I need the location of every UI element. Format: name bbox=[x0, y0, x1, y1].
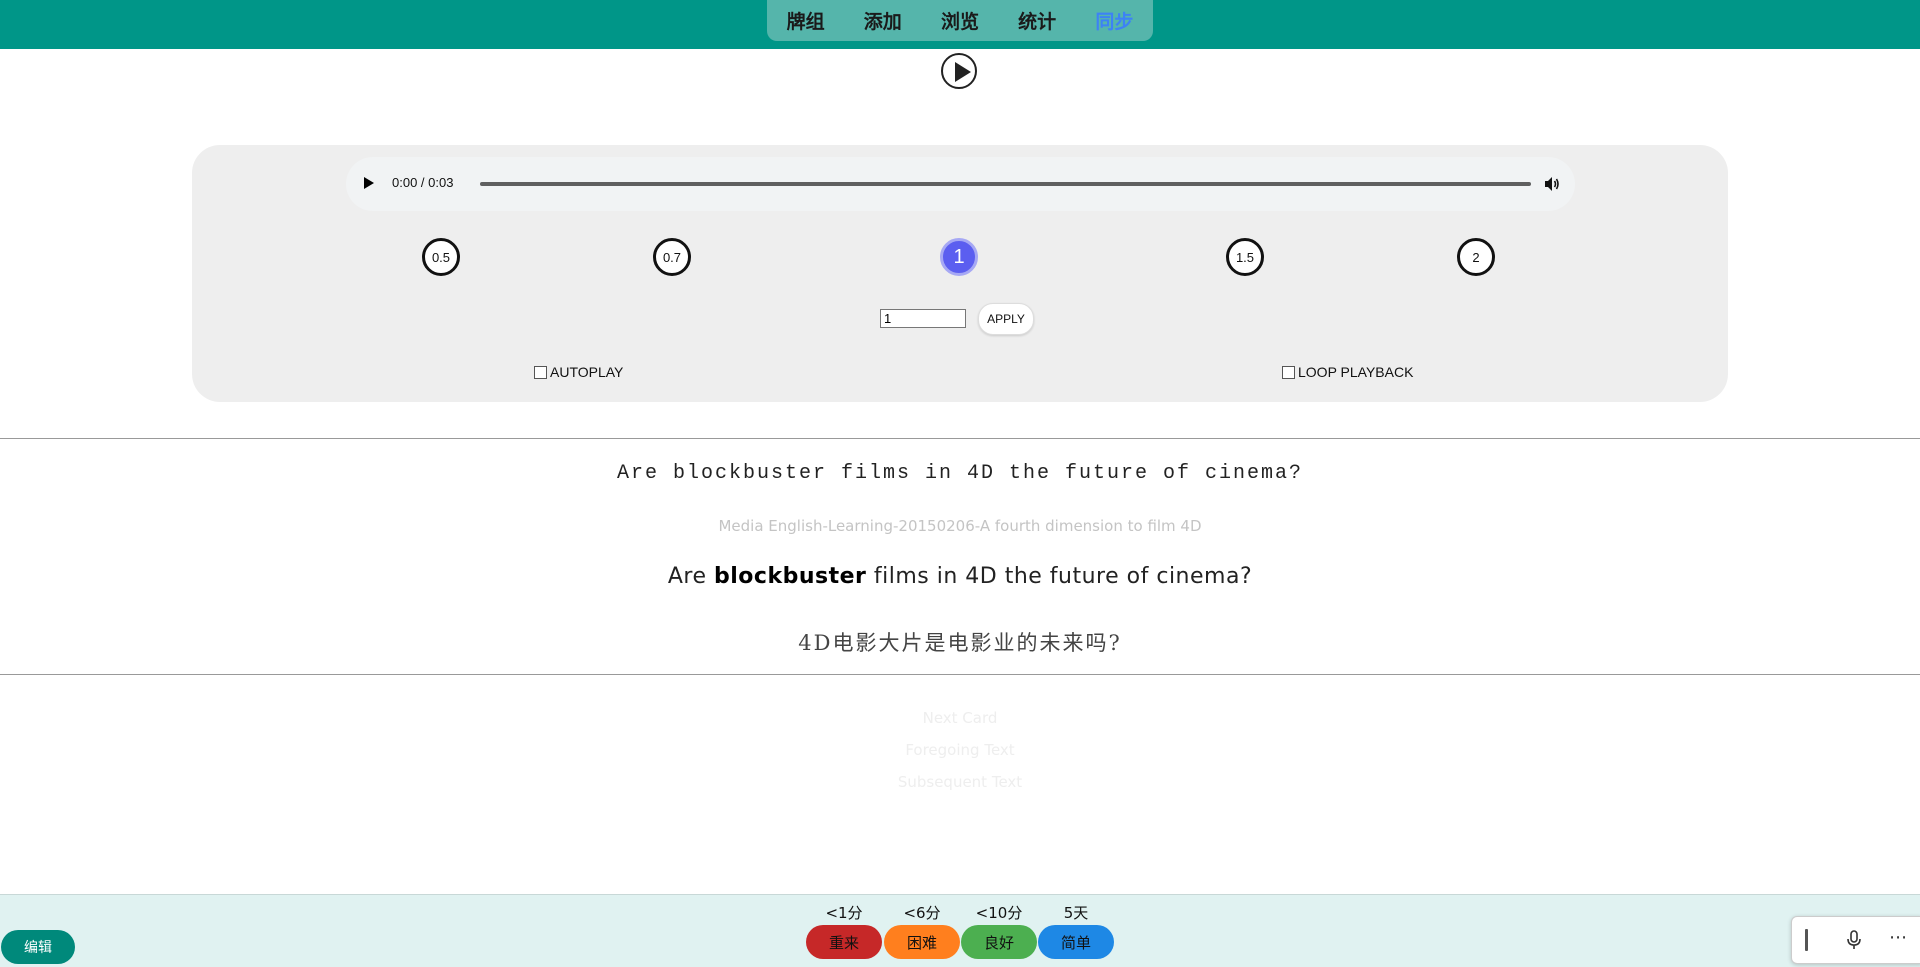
hard-button[interactable]: 困难 bbox=[884, 925, 960, 959]
nav-browse[interactable]: 浏览 bbox=[935, 7, 985, 34]
loop-checkbox[interactable] bbox=[1282, 365, 1295, 379]
audio-progress-bar[interactable] bbox=[480, 182, 1531, 186]
back-highlight: blockbuster bbox=[714, 564, 867, 589]
card-front-text: Are blockbuster films in 4D the future o… bbox=[616, 462, 1304, 485]
volume-icon[interactable] bbox=[1542, 174, 1562, 194]
nav-add[interactable]: 添加 bbox=[858, 7, 908, 34]
autoplay-option: AUTOPLAY bbox=[534, 364, 623, 380]
easy-interval: 5天 bbox=[1063, 904, 1089, 922]
subsequent-text-link[interactable]: Subsequent Text bbox=[0, 773, 1920, 791]
divider-bottom bbox=[0, 674, 1920, 675]
nav-decks[interactable]: 牌组 bbox=[781, 7, 831, 34]
loop-label: LOOP PLAYBACK bbox=[1298, 364, 1414, 380]
play-icon[interactable] bbox=[364, 177, 374, 189]
hard-interval: <6分 bbox=[903, 904, 941, 922]
autoplay-checkbox[interactable] bbox=[534, 365, 547, 379]
drag-handle[interactable] bbox=[1805, 929, 1808, 951]
mic-icon[interactable] bbox=[1842, 928, 1866, 952]
foregoing-text-link[interactable]: Foregoing Text bbox=[0, 741, 1920, 759]
apply-button[interactable]: APPLY bbox=[978, 303, 1034, 335]
replay-audio-button[interactable] bbox=[941, 53, 977, 89]
good-button[interactable]: 良好 bbox=[961, 925, 1037, 959]
easy-button[interactable]: 简单 bbox=[1038, 925, 1114, 959]
card-translation: 4D电影大片是电影业的未来吗? bbox=[798, 631, 1122, 655]
bottom-bar bbox=[0, 894, 1920, 967]
audio-player: 0:00 / 0:03 bbox=[346, 157, 1575, 211]
speed-input[interactable] bbox=[880, 309, 966, 328]
good-interval: <10分 bbox=[975, 904, 1023, 922]
speed-0-5-button[interactable]: 0.5 bbox=[422, 238, 460, 276]
card-source: Media English-Learning-20150206-A fourth… bbox=[718, 517, 1202, 535]
top-bar: 牌组 添加 浏览 统计 同步 bbox=[0, 0, 1920, 49]
more-icon[interactable]: ⋯ bbox=[1884, 929, 1912, 951]
nav-sync[interactable]: 同步 bbox=[1089, 7, 1139, 34]
edit-button[interactable]: 编辑 bbox=[1, 930, 75, 964]
speed-1-5-button[interactable]: 1.5 bbox=[1226, 238, 1264, 276]
audio-time: 0:00 / 0:03 bbox=[392, 175, 454, 190]
back-suffix: films in 4D the future of cinema? bbox=[866, 564, 1253, 589]
back-prefix: Are bbox=[667, 564, 714, 589]
floating-toolbar: ⋯ bbox=[1791, 916, 1920, 964]
speed-0-7-button[interactable]: 0.7 bbox=[653, 238, 691, 276]
speed-2-button[interactable]: 2 bbox=[1457, 238, 1495, 276]
autoplay-label: AUTOPLAY bbox=[550, 364, 624, 380]
divider-top bbox=[0, 438, 1920, 439]
nav-stats[interactable]: 统计 bbox=[1012, 7, 1062, 34]
speed-1-button[interactable]: 1 bbox=[940, 238, 978, 276]
next-card-link[interactable]: Next Card bbox=[0, 709, 1920, 727]
again-button[interactable]: 重来 bbox=[806, 925, 882, 959]
audio-panel: 0:00 / 0:03 0.5 0.7 1 1.5 2 APPLY AUTOPL… bbox=[192, 145, 1728, 402]
main-nav: 牌组 添加 浏览 统计 同步 bbox=[767, 0, 1153, 41]
again-interval: <1分 bbox=[825, 904, 863, 922]
loop-option: LOOP PLAYBACK bbox=[1282, 364, 1413, 380]
card-back-text: Are blockbuster films in 4D the future o… bbox=[0, 564, 1920, 589]
